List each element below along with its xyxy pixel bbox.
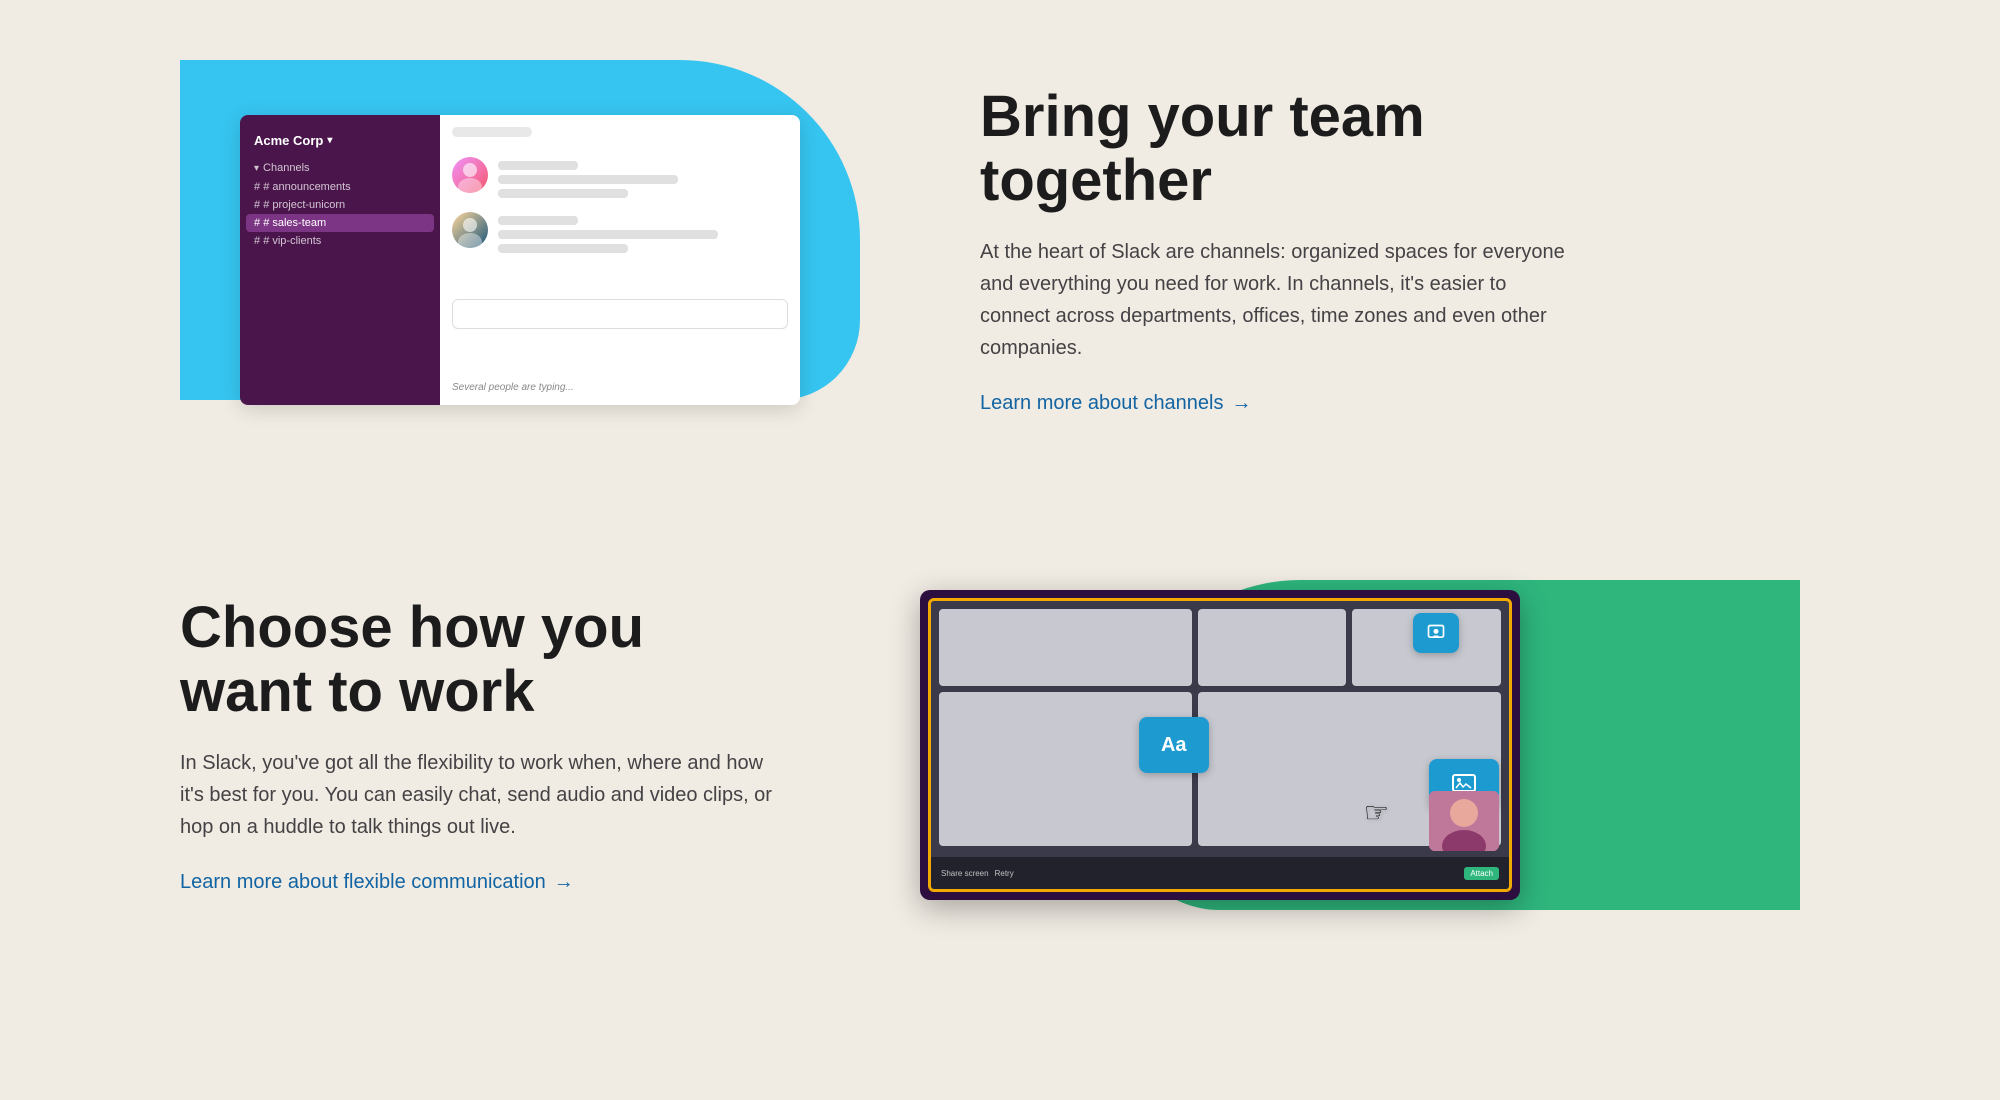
page-wrapper: Acme Corp Channels # announcements # pro… [0,0,2000,1100]
section-flexible: Choose how you want to work In Slack, yo… [0,500,2000,1010]
screen-placeholder-1 [1198,609,1347,686]
channel-sales-team-active[interactable]: # sales-team [246,214,434,232]
avatar-2 [452,212,488,248]
slack-sidebar: Acme Corp Channels # announcements # pro… [240,115,440,405]
message-row-1 [452,157,788,198]
message-row-2 [452,212,788,253]
channels-title: Bring your team together [980,85,1580,213]
channels-section-header: Channels [240,158,440,178]
message-lines-1 [498,157,678,198]
channels-illustration: Acme Corp Channels # announcements # pro… [180,60,900,440]
msg-line [498,175,678,184]
flexible-illustration: Aa [860,560,1800,930]
flexible-learn-arrow: → [554,871,574,894]
screen-bottom-bar: Share screen Retry Attach [931,857,1509,889]
msg-line [498,189,628,198]
screen-block-1 [939,609,1192,686]
text-format-icon[interactable]: Aa [1139,717,1209,773]
share-icon-button[interactable] [1413,613,1459,653]
share-screen-icon [1426,623,1446,643]
msg-line [498,244,628,253]
channels-learn-link[interactable]: Learn more about channels → [980,392,1252,415]
channel-announcements[interactable]: # announcements [240,178,440,196]
msg-line [498,161,578,170]
slack-ui-mockup: Acme Corp Channels # announcements # pro… [240,115,800,405]
slack-top-bar [452,127,532,137]
flexible-body: In Slack, you've got all the flexibility… [180,747,780,843]
flexible-learn-text: Learn more about flexible communication [180,871,546,894]
slack-input-bar[interactable] [452,299,788,329]
channels-body: At the heart of Slack are channels: orga… [980,236,1580,364]
flexible-text-content: Choose how you want to work In Slack, yo… [180,596,780,895]
channels-text-content: Bring your team together At the heart of… [980,85,1580,416]
participant-avatar [1429,791,1499,851]
flexible-title: Choose how you want to work [180,596,780,724]
channel-project-unicorn[interactable]: # project-unicorn [240,196,440,214]
cursor-hand-icon: ☞ [1364,796,1389,829]
slack-main-area: Several people are typing... [440,115,800,405]
avatar-1 [452,157,488,193]
screen-share-mockup: Aa [920,590,1520,900]
aa-label: Aa [1161,734,1187,757]
msg-line [498,216,578,225]
message-lines-2 [498,212,718,253]
typing-indicator: Several people are typing... [452,374,788,393]
workspace-name: Acme Corp [240,127,440,158]
section-channels: Acme Corp Channels # announcements # pro… [0,0,2000,500]
channels-learn-arrow: → [1232,392,1252,415]
msg-line [498,230,718,239]
share-screen-label: Share screen [941,869,989,878]
retry-label: Retry [995,869,1014,878]
channel-vip-clients[interactable]: # vip-clients [240,232,440,250]
attach-button[interactable]: Attach [1464,867,1499,880]
screen-mock-inner: Aa [928,598,1512,892]
channels-learn-text: Learn more about channels [980,392,1224,415]
flexible-learn-link[interactable]: Learn more about flexible communication … [180,871,574,894]
